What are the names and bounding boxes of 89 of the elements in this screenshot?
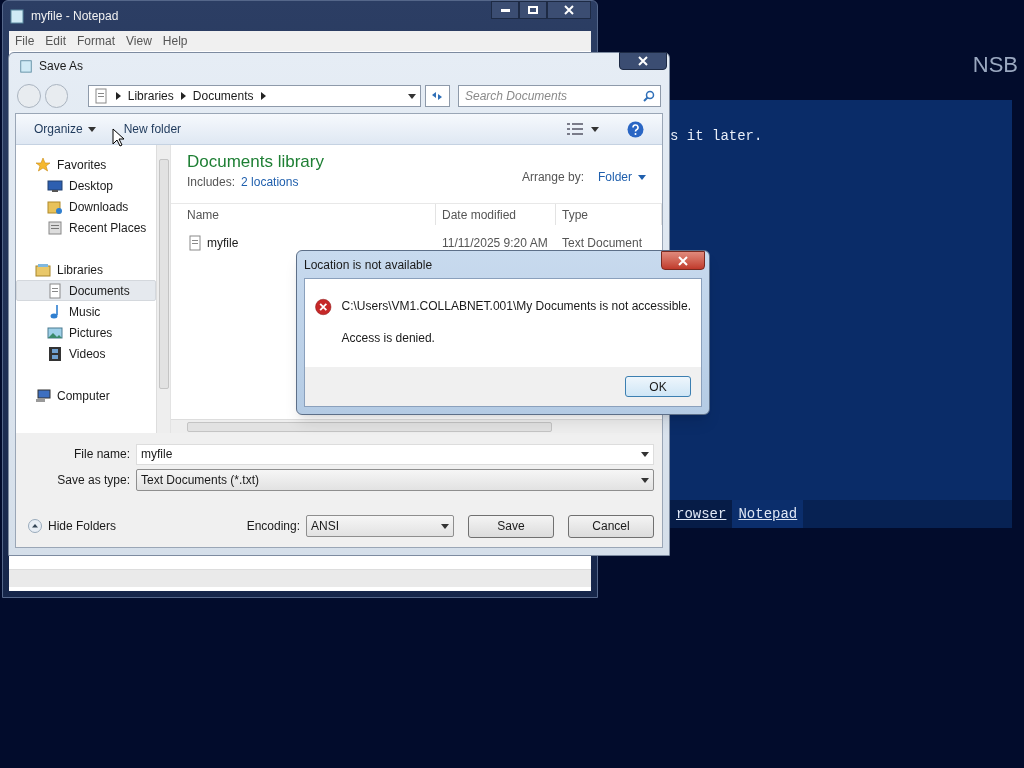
new-folder-button[interactable]: New folder — [123, 120, 182, 138]
menu-item[interactable]: View — [126, 32, 152, 50]
breadcrumb-item[interactable]: Documents — [192, 87, 254, 105]
arrange-dropdown[interactable]: Folder — [598, 168, 646, 186]
column-header[interactable]: Name — [181, 204, 436, 225]
dialog-button[interactable]: Save — [468, 514, 554, 538]
file-name-label: File name: — [72, 446, 131, 463]
nav-item[interactable]: Favorites — [16, 154, 156, 175]
encoding-dropdown[interactable]: ANSI — [306, 515, 454, 537]
mouse-cursor-icon — [112, 128, 124, 147]
caret-icon — [641, 477, 649, 483]
caret-icon — [441, 523, 449, 529]
library-icon — [35, 261, 51, 278]
column-header[interactable]: Type — [556, 204, 662, 225]
refresh-button[interactable] — [424, 85, 450, 107]
picture-icon — [47, 324, 63, 341]
ok-button[interactable]: OK — [625, 376, 691, 397]
vertical-scrollbar[interactable] — [156, 145, 170, 433]
document-icon — [47, 282, 63, 299]
close-button[interactable] — [661, 251, 705, 270]
nav-item[interactable]: Libraries — [16, 259, 156, 280]
error-detail: Access is denied. — [341, 330, 436, 347]
close-icon — [678, 255, 688, 266]
nav-item[interactable]: Recent Places — [16, 217, 156, 238]
notepad-icon — [19, 59, 33, 73]
file-name-field[interactable]: myfile — [136, 443, 654, 465]
dialog-title: Location is not available — [304, 256, 433, 274]
menu-item[interactable]: File — [15, 32, 35, 50]
column-header[interactable]: Date modified — [436, 204, 556, 225]
address-bar[interactable]: Libraries Documents — [87, 85, 421, 107]
nav-link[interactable]: rowser — [670, 500, 733, 528]
film-icon — [47, 345, 63, 362]
organize-button[interactable]: Organize — [34, 120, 96, 138]
encoding-label: Encoding: — [246, 518, 300, 535]
caret-icon — [87, 126, 96, 132]
locations-link[interactable]: 2 locations — [241, 173, 299, 191]
close-icon — [564, 5, 574, 15]
nav-link[interactable]: Notepad — [732, 500, 804, 528]
horizontal-scrollbar[interactable] — [9, 569, 591, 587]
window-title: Save As — [39, 58, 84, 75]
file-name-cell[interactable]: myfile — [207, 234, 239, 252]
nav-item[interactable]: Videos — [16, 343, 156, 364]
nav-item[interactable]: Music — [16, 301, 156, 322]
nav-item[interactable]: Pictures — [16, 322, 156, 343]
save-type-label: Save as type: — [56, 472, 131, 489]
save-type-dropdown[interactable]: Text Documents (*.txt) — [136, 469, 654, 491]
search-field[interactable]: Search Documents — [458, 85, 661, 107]
chevron-icon — [260, 92, 266, 100]
nav-item[interactable]: Documents — [16, 280, 156, 301]
arrange-label: Arrange by: — [521, 169, 584, 186]
menu-item[interactable]: Format — [77, 32, 116, 50]
document-icon — [187, 235, 203, 251]
list-view-icon — [567, 123, 583, 135]
menu-item[interactable]: Edit — [45, 32, 67, 50]
includes-label: Includes: — [187, 174, 236, 191]
chevron-icon — [115, 92, 121, 100]
caret-icon — [407, 93, 416, 99]
menu-item[interactable]: Help — [162, 32, 188, 50]
date-cell-text: 11/11/2025 9:20 AM — [442, 235, 549, 252]
error-message: C:\Users\VM1.COLLABNET.001\My Documents is not accessible. — [341, 298, 691, 315]
view-options-button[interactable] — [567, 123, 599, 135]
library-title: Documents library — [187, 151, 324, 173]
hide-folders-button[interactable]: Hide Folders — [28, 517, 117, 535]
star-icon — [35, 156, 51, 173]
caret-icon — [638, 174, 646, 180]
breadcrumb-item[interactable]: Libraries — [127, 87, 174, 105]
nav-item[interactable]: Downloads — [16, 196, 156, 217]
search-icon — [643, 90, 655, 102]
horizontal-scrollbar[interactable] — [171, 419, 662, 433]
caret-icon — [641, 451, 649, 457]
console-text: s it later. — [670, 127, 764, 146]
type-cell-text: Text Document — [562, 235, 643, 252]
document-icon — [92, 88, 109, 104]
dialog-button[interactable]: Cancel — [568, 514, 654, 538]
brand-label: NSB — [972, 51, 1018, 79]
close-icon — [638, 56, 648, 66]
help-icon[interactable] — [627, 120, 644, 138]
close-button[interactable] — [547, 1, 591, 19]
chevron-icon — [180, 92, 186, 100]
minimize-button[interactable] — [491, 1, 519, 19]
close-button[interactable] — [619, 52, 667, 70]
caret-icon — [591, 126, 599, 132]
nav-item[interactable]: Desktop — [16, 175, 156, 196]
notepad-icon — [9, 8, 25, 24]
window-title: myfile - Notepad — [31, 8, 119, 25]
monitor-icon — [47, 177, 63, 194]
computer-icon — [35, 387, 51, 404]
maximize-button[interactable] — [519, 1, 547, 19]
nav-item[interactable]: Computer — [16, 385, 156, 406]
